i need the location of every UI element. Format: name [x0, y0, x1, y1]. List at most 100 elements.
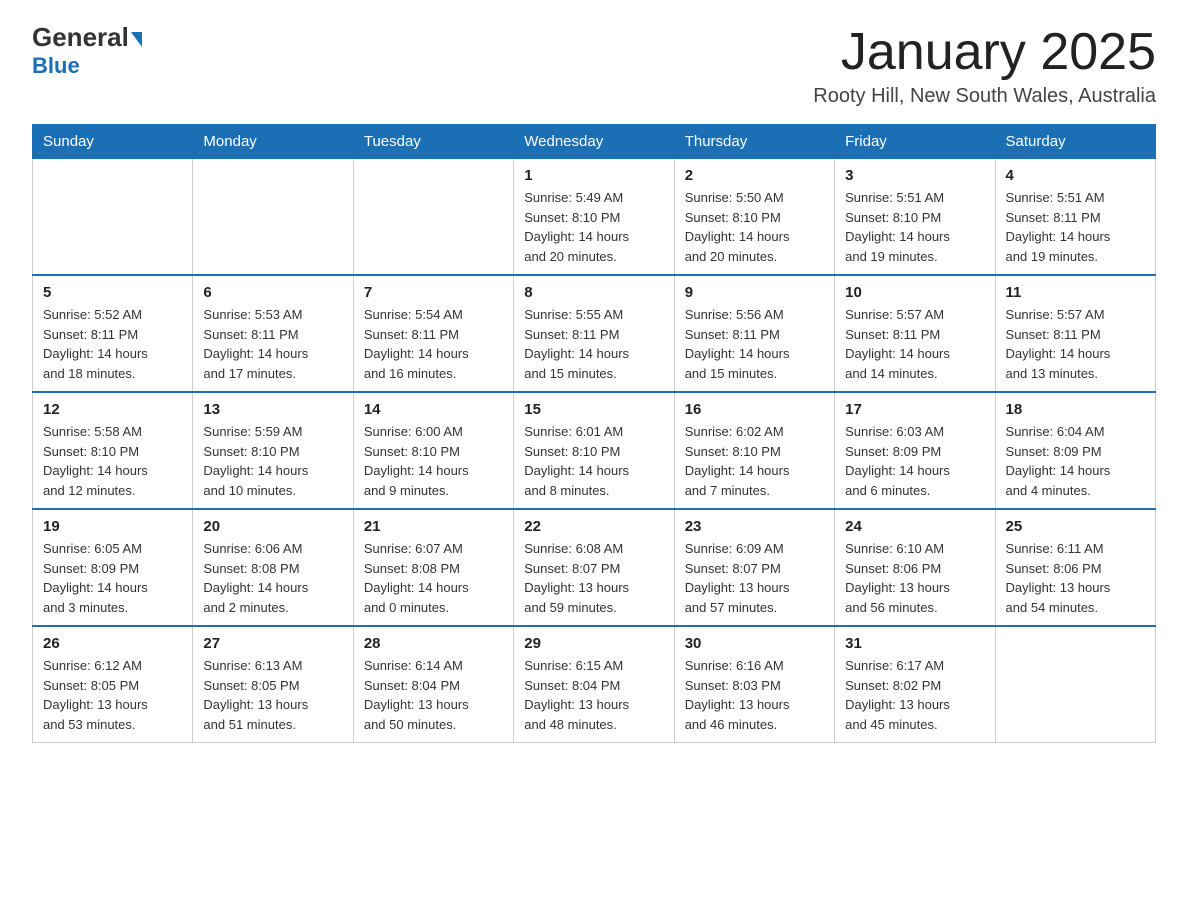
day-number: 26: [43, 635, 182, 652]
day-info: Sunrise: 5:54 AM Sunset: 8:11 PM Dayligh…: [364, 305, 503, 383]
col-wednesday: Wednesday: [514, 125, 674, 159]
col-sunday: Sunday: [33, 125, 193, 159]
page-header: General Blue January 2025 Rooty Hill, Ne…: [32, 24, 1156, 108]
day-number: 19: [43, 518, 182, 535]
day-info: Sunrise: 5:51 AM Sunset: 8:11 PM Dayligh…: [1006, 188, 1145, 266]
day-number: 5: [43, 284, 182, 301]
calendar-cell: 8 Sunrise: 5:55 AM Sunset: 8:11 PM Daylig…: [514, 275, 674, 392]
calendar-cell: 15 Sunrise: 6:01 AM Sunset: 8:10 PM Dayli…: [514, 392, 674, 509]
day-number: 2: [685, 167, 824, 184]
day-info: Sunrise: 5:59 AM Sunset: 8:10 PM Dayligh…: [203, 422, 342, 500]
day-number: 8: [524, 284, 663, 301]
day-info: Sunrise: 5:51 AM Sunset: 8:10 PM Dayligh…: [845, 188, 984, 266]
calendar-cell: 31Sunrise: 6:17 AM Sunset: 8:02 PM Dayli…: [835, 626, 995, 743]
calendar-cell: 6 Sunrise: 5:53 AM Sunset: 8:11 PM Daylig…: [193, 275, 353, 392]
day-info: Sunrise: 6:03 AM Sunset: 8:09 PM Dayligh…: [845, 422, 984, 500]
day-info: Sunrise: 6:08 AM Sunset: 8:07 PM Dayligh…: [524, 539, 663, 617]
day-number: 9: [685, 284, 824, 301]
day-info: Sunrise: 6:06 AM Sunset: 8:08 PM Dayligh…: [203, 539, 342, 617]
calendar-cell: 19 Sunrise: 6:05 AM Sunset: 8:09 PM Dayli…: [33, 509, 193, 626]
calendar-cell: 2 Sunrise: 5:50 AM Sunset: 8:10 PM Daylig…: [674, 159, 834, 276]
calendar-cell: 14Sunrise: 6:00 AM Sunset: 8:10 PM Dayli…: [353, 392, 513, 509]
day-number: 1: [524, 167, 663, 184]
day-info: Sunrise: 6:01 AM Sunset: 8:10 PM Dayligh…: [524, 422, 663, 500]
day-number: 6: [203, 284, 342, 301]
day-info: Sunrise: 5:57 AM Sunset: 8:11 PM Dayligh…: [1006, 305, 1145, 383]
day-number: 4: [1006, 167, 1145, 184]
calendar-cell: 30Sunrise: 6:16 AM Sunset: 8:03 PM Dayli…: [674, 626, 834, 743]
calendar-cell: 11 Sunrise: 5:57 AM Sunset: 8:11 PM Dayli…: [995, 275, 1155, 392]
day-info: Sunrise: 5:55 AM Sunset: 8:11 PM Dayligh…: [524, 305, 663, 383]
day-number: 27: [203, 635, 342, 652]
calendar-cell: 12Sunrise: 5:58 AM Sunset: 8:10 PM Dayli…: [33, 392, 193, 509]
calendar-cell: 26 Sunrise: 6:12 AM Sunset: 8:05 PM Dayli…: [33, 626, 193, 743]
day-number: 29: [524, 635, 663, 652]
calendar-cell: 29 Sunrise: 6:15 AM Sunset: 8:04 PM Dayli…: [514, 626, 674, 743]
calendar-cell: 13Sunrise: 5:59 AM Sunset: 8:10 PM Dayli…: [193, 392, 353, 509]
calendar-cell: 20 Sunrise: 6:06 AM Sunset: 8:08 PM Dayli…: [193, 509, 353, 626]
calendar-cell: 17 Sunrise: 6:03 AM Sunset: 8:09 PM Dayli…: [835, 392, 995, 509]
week-row-1: 1 Sunrise: 5:49 AM Sunset: 8:10 PM Daylig…: [33, 159, 1156, 276]
day-number: 10: [845, 284, 984, 301]
calendar-cell: 10 Sunrise: 5:57 AM Sunset: 8:11 PM Dayli…: [835, 275, 995, 392]
calendar-cell: 27Sunrise: 6:13 AM Sunset: 8:05 PM Dayli…: [193, 626, 353, 743]
day-info: Sunrise: 6:12 AM Sunset: 8:05 PM Dayligh…: [43, 656, 182, 734]
day-info: Sunrise: 6:09 AM Sunset: 8:07 PM Dayligh…: [685, 539, 824, 617]
day-info: Sunrise: 6:16 AM Sunset: 8:03 PM Dayligh…: [685, 656, 824, 734]
day-number: 7: [364, 284, 503, 301]
col-friday: Friday: [835, 125, 995, 159]
day-info: Sunrise: 6:17 AM Sunset: 8:02 PM Dayligh…: [845, 656, 984, 734]
day-number: 28: [364, 635, 503, 652]
calendar-cell: 3Sunrise: 5:51 AM Sunset: 8:10 PM Daylig…: [835, 159, 995, 276]
day-number: 11: [1006, 284, 1145, 301]
day-info: Sunrise: 6:05 AM Sunset: 8:09 PM Dayligh…: [43, 539, 182, 617]
day-info: Sunrise: 6:15 AM Sunset: 8:04 PM Dayligh…: [524, 656, 663, 734]
calendar-cell: 28 Sunrise: 6:14 AM Sunset: 8:04 PM Dayli…: [353, 626, 513, 743]
calendar-cell: 21 Sunrise: 6:07 AM Sunset: 8:08 PM Dayli…: [353, 509, 513, 626]
logo-general-text: General: [32, 22, 142, 52]
calendar-cell: 24 Sunrise: 6:10 AM Sunset: 8:06 PM Dayli…: [835, 509, 995, 626]
calendar-cell: 9Sunrise: 5:56 AM Sunset: 8:11 PM Daylig…: [674, 275, 834, 392]
day-number: 12: [43, 401, 182, 418]
day-number: 23: [685, 518, 824, 535]
day-number: 17: [845, 401, 984, 418]
calendar-cell: 23 Sunrise: 6:09 AM Sunset: 8:07 PM Dayli…: [674, 509, 834, 626]
calendar-cell: 25Sunrise: 6:11 AM Sunset: 8:06 PM Dayli…: [995, 509, 1155, 626]
day-info: Sunrise: 6:10 AM Sunset: 8:06 PM Dayligh…: [845, 539, 984, 617]
day-number: 22: [524, 518, 663, 535]
day-info: Sunrise: 5:57 AM Sunset: 8:11 PM Dayligh…: [845, 305, 984, 383]
col-saturday: Saturday: [995, 125, 1155, 159]
day-info: Sunrise: 5:53 AM Sunset: 8:11 PM Dayligh…: [203, 305, 342, 383]
calendar-header: Sunday Monday Tuesday Wednesday Thursday…: [33, 125, 1156, 159]
calendar-cell: [193, 159, 353, 276]
calendar-cell: 1 Sunrise: 5:49 AM Sunset: 8:10 PM Daylig…: [514, 159, 674, 276]
calendar-cell: 5 Sunrise: 5:52 AM Sunset: 8:11 PM Daylig…: [33, 275, 193, 392]
day-number: 14: [364, 401, 503, 418]
logo-blue-text: Blue: [32, 53, 80, 79]
week-row-3: 12Sunrise: 5:58 AM Sunset: 8:10 PM Dayli…: [33, 392, 1156, 509]
calendar-cell: 7 Sunrise: 5:54 AM Sunset: 8:11 PM Daylig…: [353, 275, 513, 392]
day-info: Sunrise: 5:52 AM Sunset: 8:11 PM Dayligh…: [43, 305, 182, 383]
calendar-cell: [353, 159, 513, 276]
day-number: 16: [685, 401, 824, 418]
day-info: Sunrise: 6:14 AM Sunset: 8:04 PM Dayligh…: [364, 656, 503, 734]
calendar-cell: [33, 159, 193, 276]
subtitle: Rooty Hill, New South Wales, Australia: [813, 85, 1156, 108]
day-info: Sunrise: 5:50 AM Sunset: 8:10 PM Dayligh…: [685, 188, 824, 266]
col-thursday: Thursday: [674, 125, 834, 159]
calendar-cell: [995, 626, 1155, 743]
calendar-cell: 16Sunrise: 6:02 AM Sunset: 8:10 PM Dayli…: [674, 392, 834, 509]
day-info: Sunrise: 6:07 AM Sunset: 8:08 PM Dayligh…: [364, 539, 503, 617]
day-number: 15: [524, 401, 663, 418]
day-number: 20: [203, 518, 342, 535]
page-title: January 2025: [813, 24, 1156, 81]
calendar-cell: 22 Sunrise: 6:08 AM Sunset: 8:07 PM Dayli…: [514, 509, 674, 626]
day-number: 24: [845, 518, 984, 535]
logo-general-line: General: [32, 24, 142, 51]
calendar-cell: 18Sunrise: 6:04 AM Sunset: 8:09 PM Dayli…: [995, 392, 1155, 509]
day-number: 18: [1006, 401, 1145, 418]
day-info: Sunrise: 5:49 AM Sunset: 8:10 PM Dayligh…: [524, 188, 663, 266]
day-number: 21: [364, 518, 503, 535]
week-row-5: 26 Sunrise: 6:12 AM Sunset: 8:05 PM Dayli…: [33, 626, 1156, 743]
day-number: 25: [1006, 518, 1145, 535]
